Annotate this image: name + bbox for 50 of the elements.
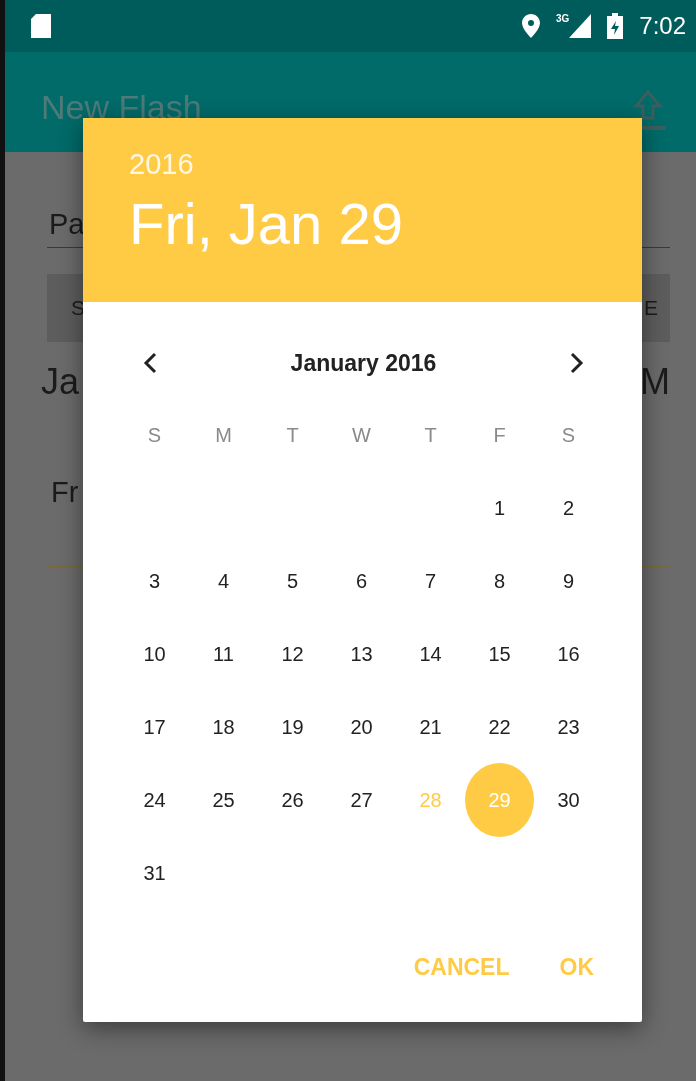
location-pin-icon bbox=[521, 14, 540, 38]
day-button[interactable]: 3 bbox=[120, 543, 189, 618]
day-button[interactable]: 2 bbox=[534, 470, 603, 545]
day-button[interactable]: 25 bbox=[189, 762, 258, 837]
day-button[interactable]: 24 bbox=[120, 762, 189, 837]
sd-card-icon bbox=[31, 14, 51, 38]
chevron-left-icon bbox=[143, 352, 157, 374]
signal-icon bbox=[569, 14, 592, 38]
weekday-label: T bbox=[424, 422, 437, 448]
day-button[interactable]: 27 bbox=[327, 762, 396, 837]
status-time: 7:02 bbox=[639, 11, 686, 41]
chevron-right-icon bbox=[570, 352, 584, 374]
day-button[interactable]: 8 bbox=[465, 543, 534, 618]
day-button[interactable]: 23 bbox=[534, 689, 603, 764]
weekday-label: M bbox=[215, 422, 232, 448]
field-text: Pa bbox=[49, 210, 85, 239]
day-button[interactable]: 11 bbox=[189, 616, 258, 691]
network-type-label: 3G bbox=[555, 14, 570, 24]
day-button[interactable]: 7 bbox=[396, 543, 465, 618]
month-label: January 2016 bbox=[290, 348, 437, 378]
day-button[interactable]: 6 bbox=[327, 543, 396, 618]
day-button[interactable]: 20 bbox=[327, 689, 396, 764]
day-button[interactable]: 30 bbox=[534, 762, 603, 837]
weekday-label: W bbox=[352, 422, 371, 448]
day-button[interactable]: 9 bbox=[534, 543, 603, 618]
day-button[interactable]: 12 bbox=[258, 616, 327, 691]
weekday-label: S bbox=[147, 422, 162, 448]
day-button[interactable]: 14 bbox=[396, 616, 465, 691]
time-text: M bbox=[640, 364, 670, 400]
day-button[interactable]: 13 bbox=[327, 616, 396, 691]
day-button[interactable]: 1 bbox=[465, 470, 534, 545]
day-button[interactable]: 19 bbox=[258, 689, 327, 764]
day-button[interactable]: 10 bbox=[120, 616, 189, 691]
day-button[interactable]: 17 bbox=[120, 689, 189, 764]
weekday-label: S bbox=[561, 422, 576, 448]
day-button[interactable]: 18 bbox=[189, 689, 258, 764]
battery-charging-icon bbox=[607, 13, 624, 39]
day-button[interactable]: 16 bbox=[534, 616, 603, 691]
weekday-label: F bbox=[493, 422, 506, 448]
day-button[interactable]: 26 bbox=[258, 762, 327, 837]
app-title: New Flash bbox=[41, 87, 202, 128]
day-button[interactable]: 5 bbox=[258, 543, 327, 618]
day-button[interactable]: 4 bbox=[189, 543, 258, 618]
day-button[interactable]: 31 bbox=[120, 835, 189, 910]
day-button[interactable]: 21 bbox=[396, 689, 465, 764]
weekday-label: T bbox=[286, 422, 299, 448]
day-button[interactable]: 22 bbox=[465, 689, 534, 764]
date-text: Ja bbox=[41, 364, 80, 400]
day-button[interactable]: 15 bbox=[465, 616, 534, 691]
field-label: Fr bbox=[51, 478, 79, 507]
